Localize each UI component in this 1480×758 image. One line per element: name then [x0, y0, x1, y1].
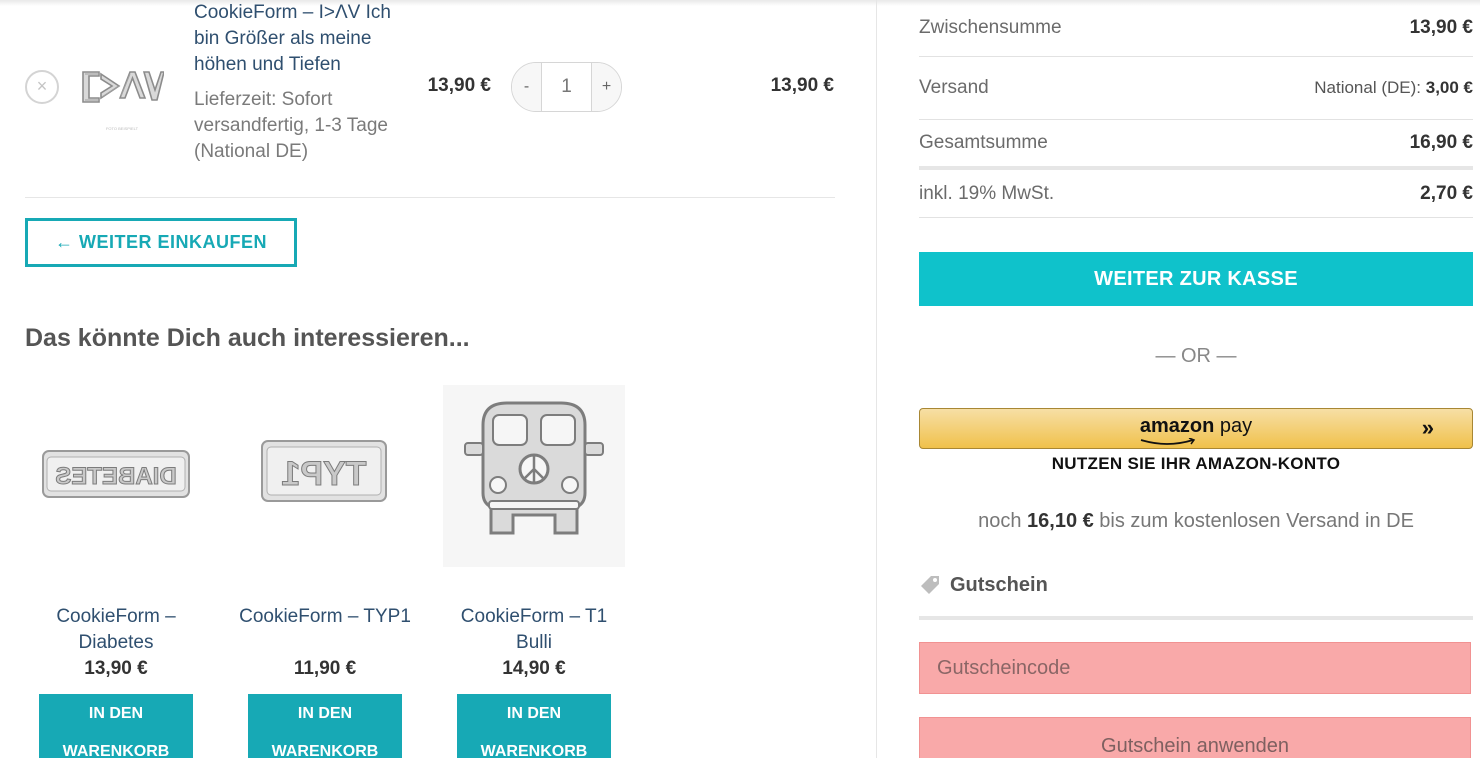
subtotal-row: Zwischensumme 13,90 € [919, 0, 1473, 57]
line-total: 13,90 € [770, 75, 834, 96]
shipping-method: National (DE): [1314, 78, 1421, 97]
delivery-time: Lieferzeit: Sofort versandfertig, 1-3 Ta… [194, 89, 388, 162]
product-image-typ1[interactable]: TYP1 [234, 385, 416, 567]
cutter-text-diabetes: DIABETES [55, 463, 176, 490]
total-label: Gesamtsumme [919, 132, 1048, 153]
add-to-cart-button[interactable]: IN DEN WARENKORB [39, 694, 193, 758]
related-product-price: 14,90 € [502, 658, 566, 679]
related-product-name[interactable]: CookieForm – T1 Bulli [443, 604, 625, 656]
remove-item-button[interactable]: × [25, 70, 59, 104]
related-product-price: 13,90 € [84, 658, 148, 679]
amazon-pay-caption: NUTZEN SIE IHR AMAZON-KONTO [1051, 454, 1341, 473]
free-shipping-suffix: bis zum kostenlosen Versand in DE [1093, 510, 1414, 532]
free-shipping-notice: noch 16,10 € bis zum kostenlosen Versand… [919, 510, 1473, 533]
subtotal-label: Zwischensumme [919, 17, 1062, 38]
amazon-smile-icon [1140, 438, 1196, 445]
coupon-title: Gutschein [950, 574, 1048, 596]
product-image-bulli[interactable] [443, 385, 625, 567]
total-value: 16,90 € [1409, 132, 1473, 153]
column-divider [876, 0, 877, 758]
shipping-amount: 3,00 € [1425, 78, 1473, 97]
coupon-code-input[interactable]: Gutscheincode [919, 642, 1471, 694]
product-image-diabetes[interactable]: DIABETES [25, 385, 207, 567]
related-product-card: TYP1 CookieForm – TYP1 11,90 € IN DEN WA… [234, 385, 416, 758]
shipping-row: Versand National (DE): 3,00 € [919, 57, 1473, 120]
tag-icon [921, 576, 939, 594]
shipping-label: Versand [919, 77, 989, 98]
continue-shopping-button[interactable]: ← WEITER EINKAUFEN [25, 218, 297, 267]
add-to-cart-button[interactable]: IN DEN WARENKORB [248, 694, 402, 758]
cart-totals: Zwischensumme 13,90 € Versand National (… [919, 0, 1473, 218]
tax-value: 2,70 € [1420, 182, 1473, 204]
amazon-pay-button[interactable]: amazon pay » [919, 408, 1473, 449]
total-row: Gesamtsumme 16,90 € [919, 120, 1473, 170]
coupon-header: Gutschein [919, 572, 1473, 620]
amazon-logo-word: amazon [1139, 415, 1215, 437]
related-product-price: 11,90 € [293, 658, 357, 679]
double-chevron-right-icon: » [1421, 415, 1434, 440]
cutter-text-typ1: TYP1 [281, 455, 366, 493]
related-product-card: DIABETES CookieForm – Diabetes 13,90 € I… [25, 385, 207, 758]
related-product-card: CookieForm – T1 Bulli 14,90 € IN DEN WAR… [443, 385, 625, 758]
tax-row: inkl. 19% MwSt. 2,70 € [919, 170, 1473, 218]
free-shipping-amount: 16,10 € [1027, 510, 1094, 532]
quantity-input[interactable]: 1 [541, 63, 592, 111]
add-to-cart-button[interactable]: IN DEN WARENKORB [457, 694, 611, 758]
cart-item-row: × FOTO BEISPIELT CookieForm – I>ΛV Ich b… [25, 0, 835, 198]
unit-price: 13,90 € [427, 75, 491, 96]
quantity-decrease-button[interactable]: - [512, 63, 541, 111]
checkout-button[interactable]: WEITER ZUR KASSE [919, 252, 1473, 306]
related-product-name[interactable]: CookieForm – TYP1 [234, 604, 416, 656]
or-separator: — OR — [1155, 345, 1237, 367]
shipping-value: National (DE): 3,00 € [1314, 78, 1473, 98]
cart-product-name[interactable]: CookieForm – I>ΛV Ich bin Größer als mei… [194, 0, 409, 78]
pay-logo-word: pay [1214, 415, 1253, 437]
amazon-pay-logo: amazon pay [920, 415, 1472, 438]
close-icon[interactable]: × [37, 76, 48, 96]
subtotal-value: 13,90 € [1409, 17, 1473, 38]
apply-coupon-button[interactable]: Gutschein anwenden [919, 717, 1471, 758]
related-products-title: Das könnte Dich auch interessieren... [25, 324, 470, 352]
related-product-name[interactable]: CookieForm – Diabetes [25, 604, 207, 656]
product-thumbnail[interactable]: FOTO BEISPIELT [80, 60, 164, 135]
tax-label: inkl. 19% MwSt. [919, 182, 1055, 204]
quantity-increase-button[interactable]: + [592, 63, 621, 111]
quantity-stepper: - 1 + [511, 62, 622, 112]
thumbnail-caption: FOTO BEISPIELT [106, 126, 139, 131]
free-shipping-prefix: noch [978, 510, 1028, 532]
